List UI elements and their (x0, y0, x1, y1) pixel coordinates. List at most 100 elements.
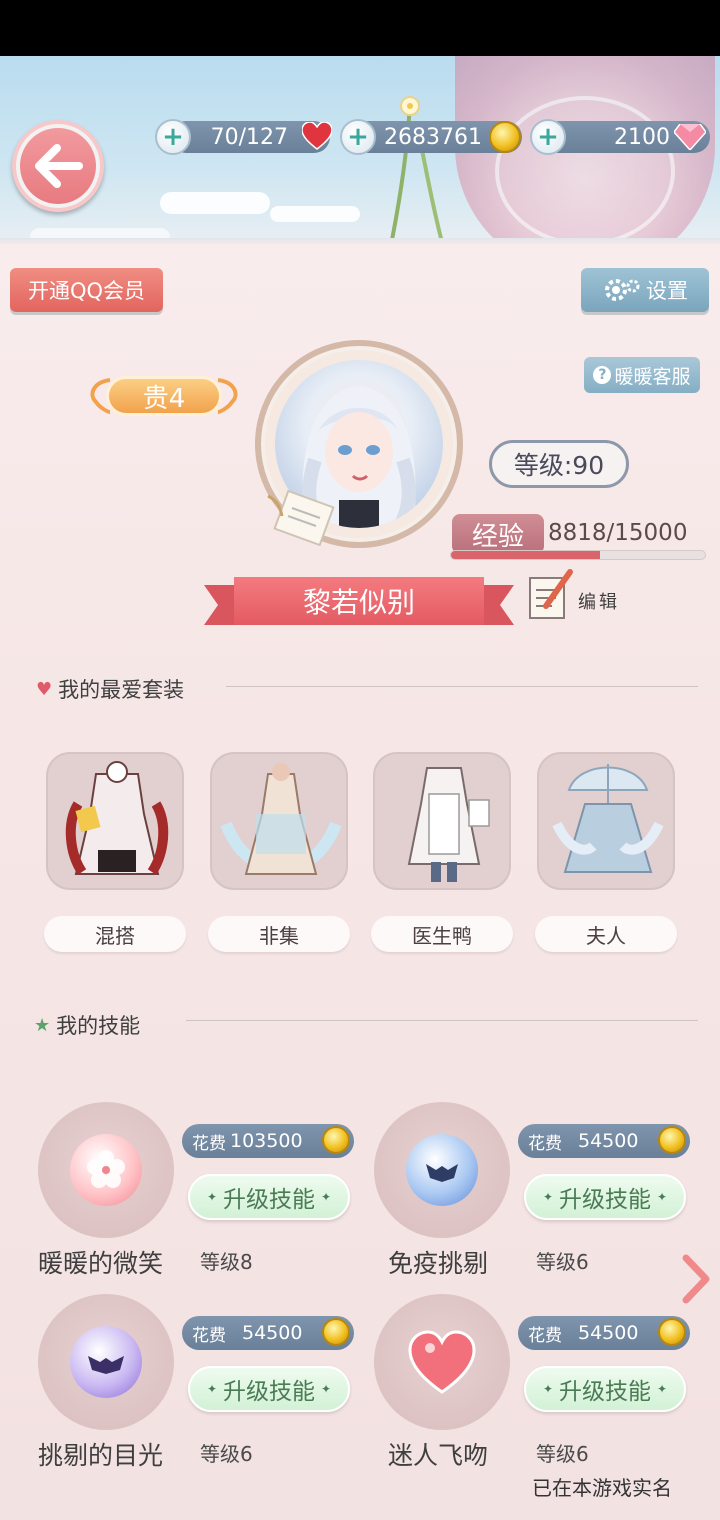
upgrade-skill-button-3[interactable]: ✦ 升级技能 ✦ (188, 1366, 350, 1412)
gear-icon (605, 279, 640, 301)
outfit-card-3[interactable] (373, 752, 511, 890)
cost-value: 103500 (230, 1130, 303, 1152)
outfit-label-3[interactable]: 医生鸭 (371, 916, 513, 952)
sparkle-icon: ✦ (657, 1382, 668, 1396)
diamond-value: 2100 (614, 124, 670, 150)
skill-cost-3: 花费 54500 (182, 1316, 354, 1350)
outfit-label-text: 医生鸭 (412, 923, 472, 948)
cloud (160, 192, 270, 214)
section-divider (186, 1020, 698, 1021)
upgrade-skill-button-4[interactable]: ✦ 升级技能 ✦ (524, 1366, 686, 1412)
cost-prefix: 花费 (528, 1325, 562, 1346)
coin-icon (322, 1126, 350, 1154)
edit-pencil-icon (529, 569, 573, 619)
outfit-label-1[interactable]: 混搭 (44, 916, 186, 952)
edit-label: 编辑 (578, 592, 620, 613)
skill-name-3: 挑剔的目光 (38, 1441, 164, 1470)
coin-value: 2683761 (384, 124, 482, 150)
winged-mask-icon (406, 1134, 478, 1206)
sparkle-icon: ✦ (206, 1190, 217, 1204)
settings-label: 设置 (646, 279, 688, 303)
outfit-label-text: 非集 (259, 923, 299, 948)
next-page-arrow-icon[interactable] (680, 1254, 712, 1304)
exp-progress-fill (451, 551, 601, 559)
open-qq-vip-button[interactable]: 开通QQ会员 (10, 268, 163, 312)
back-button[interactable] (12, 120, 104, 212)
add-diamonds-button[interactable]: + (530, 119, 566, 155)
diamond-icon (674, 124, 706, 150)
outfit-card-2[interactable] (210, 752, 348, 890)
player-name-banner: 黎若似别 (204, 577, 514, 629)
outfit-label-2[interactable]: 非集 (208, 916, 350, 952)
cost-prefix: 花费 (192, 1133, 226, 1154)
skill-level-1: 等级8 (200, 1250, 253, 1274)
exp-label: 经验 (452, 514, 544, 554)
noble-rank-text: 贵4 (142, 383, 186, 414)
add-stamina-button[interactable]: + (155, 119, 191, 155)
exp-value: 8818/15000 (548, 520, 688, 546)
upgrade-label: 升级技能 (559, 1379, 651, 1405)
cost-value: 54500 (578, 1130, 639, 1152)
upgrade-label: 升级技能 (223, 1379, 315, 1405)
outfit-label-text: 混搭 (95, 923, 135, 948)
outfit-label-4[interactable]: 夫人 (535, 916, 677, 952)
cost-prefix: 花费 (192, 1325, 226, 1346)
mask-icon (70, 1326, 142, 1398)
upgrade-skill-button-1[interactable]: ✦ 升级技能 ✦ (188, 1174, 350, 1220)
qq-vip-label: 开通QQ会员 (27, 279, 146, 303)
outfit-card-4[interactable] (537, 752, 675, 890)
stamina-value: 70/127 (210, 124, 288, 150)
skill-icon-flying-kiss[interactable] (374, 1294, 510, 1430)
skill-icon-critic-gaze[interactable] (38, 1294, 174, 1430)
outfit-preview-icon (407, 767, 490, 882)
exp-label-text: 经验 (471, 521, 524, 552)
customer-service-button[interactable]: ? 暖暖客服 (584, 357, 700, 393)
skill-name-4: 迷人飞吻 (388, 1441, 489, 1470)
letter-icon (267, 489, 335, 546)
add-coins-button[interactable]: + (340, 119, 376, 155)
outfit-card-1[interactable] (46, 752, 184, 890)
sparkle-icon: ✦ (657, 1190, 668, 1204)
customer-service-label: 暖暖客服 (614, 365, 691, 388)
sakura-icon (70, 1134, 142, 1206)
skill-cost-2: 花费 54500 (518, 1124, 690, 1158)
exp-progress-bar (450, 550, 706, 560)
cost-value: 54500 (578, 1322, 639, 1344)
panel-divider (0, 238, 720, 244)
upgrade-skill-button-2[interactable]: ✦ 升级技能 ✦ (524, 1174, 686, 1220)
level-text: 等级:90 (513, 451, 605, 480)
coin-icon (489, 121, 521, 153)
heart-orb-icon (406, 1326, 478, 1398)
coin-icon (658, 1126, 686, 1154)
star-icon: ★ (34, 1014, 51, 1036)
skill-name-2: 免疫挑剔 (388, 1249, 489, 1278)
sparkle-icon: ✦ (542, 1190, 553, 1204)
outfit-preview-icon (65, 761, 169, 875)
back-arrow-icon (20, 128, 96, 204)
heart-icon (302, 122, 332, 150)
cloud (270, 206, 360, 222)
upgrade-label: 升级技能 (559, 1187, 651, 1213)
sparkle-icon: ✦ (206, 1382, 217, 1396)
skill-icon-immune[interactable] (374, 1102, 510, 1238)
skill-level-2: 等级6 (536, 1250, 589, 1274)
flower-decoration (388, 96, 446, 250)
realname-notice: 已在本游戏实名 (532, 1476, 672, 1500)
favorites-section-title: ♥ 我的最爱套装 (36, 674, 184, 704)
outfit-preview-icon (552, 764, 664, 873)
cost-prefix: 花费 (528, 1133, 562, 1154)
skills-section-title: ★ 我的技能 (34, 1010, 140, 1040)
edit-name-button[interactable]: 编辑 (526, 566, 626, 626)
sparkle-icon: ✦ (542, 1382, 553, 1396)
favorites-title-text: 我的最爱套装 (58, 678, 185, 702)
section-divider (226, 686, 698, 687)
outfit-label-text: 夫人 (586, 923, 626, 948)
sparkle-icon: ✦ (321, 1382, 332, 1396)
skill-level-4: 等级6 (536, 1442, 589, 1466)
noble-rank-badge[interactable]: 贵4 (84, 372, 244, 420)
cost-value: 54500 (242, 1322, 303, 1344)
settings-button[interactable]: 设置 (581, 268, 709, 312)
heart-icon: ♥ (36, 678, 53, 700)
skill-icon-smile[interactable] (38, 1102, 174, 1238)
skill-cost-1: 花费 103500 (182, 1124, 354, 1158)
